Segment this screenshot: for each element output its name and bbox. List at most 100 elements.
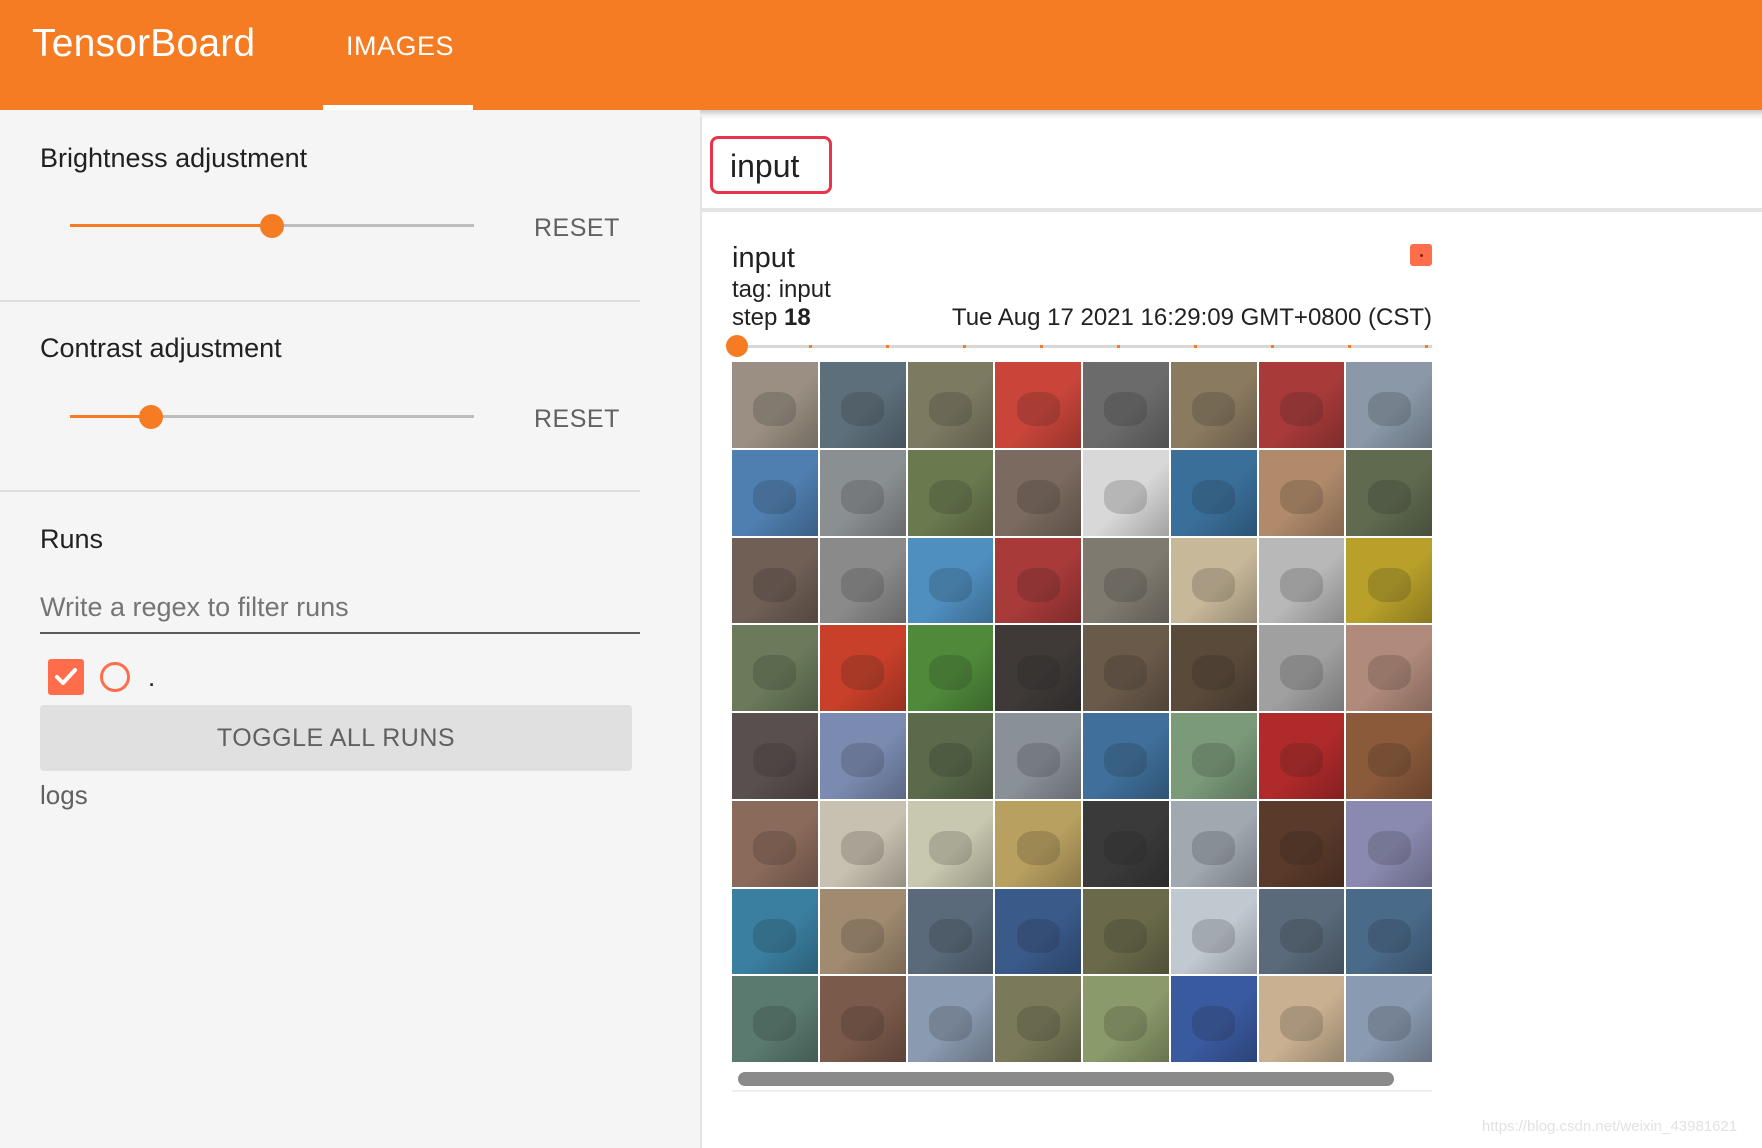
run-name: . [148, 662, 156, 692]
image-thumbnail [819, 362, 906, 448]
run-checkbox[interactable] [48, 659, 84, 695]
image-thumbnail [907, 537, 994, 624]
image-thumbnail [907, 888, 994, 975]
card-step: step 18 [732, 304, 811, 332]
slider-knob[interactable] [260, 214, 284, 238]
step-tick [886, 345, 889, 348]
card-tag: tag: input [732, 276, 831, 303]
toggle-all-runs-button[interactable]: TOGGLE ALL RUNS [40, 705, 632, 771]
image-thumbnail [1170, 713, 1257, 799]
top-app-bar: TensorBoard IMAGES [0, 0, 1762, 110]
contrast-slider[interactable] [70, 402, 474, 432]
slider-knob[interactable] [138, 405, 163, 429]
image-thumbnail [907, 976, 994, 1062]
image-thumbnail [995, 800, 1081, 887]
image-grid [732, 362, 1432, 1062]
run-filter-input[interactable] [40, 582, 640, 634]
step-tick [963, 345, 966, 348]
step-tick [809, 345, 812, 348]
step-value: 18 [784, 304, 811, 331]
contrast-reset-button[interactable]: RESET [534, 405, 620, 434]
step-slider[interactable] [726, 335, 1432, 359]
image-thumbnail [732, 888, 818, 975]
image-thumbnail [1170, 625, 1257, 711]
logdir-label: logs [40, 780, 88, 810]
image-thumbnail [1258, 888, 1345, 975]
image-thumbnail [1258, 800, 1345, 887]
run-color-icon [1410, 244, 1432, 266]
step-tick [1194, 345, 1197, 348]
tab-images[interactable]: IMAGES [323, 0, 473, 110]
image-thumbnail [1346, 800, 1432, 887]
card-title: input [732, 242, 795, 274]
horizontal-scrollbar[interactable] [732, 1064, 1432, 1092]
image-thumbnail [1083, 537, 1169, 624]
image-thumbnail [1170, 888, 1257, 975]
tag-filter-value: input [730, 148, 800, 184]
step-tick [1271, 345, 1274, 348]
image-thumbnail [1083, 888, 1169, 975]
step-tick [1040, 345, 1043, 348]
slider-fill [70, 224, 272, 227]
image-thumbnail [1346, 362, 1432, 448]
scrollbar-thumb[interactable] [738, 1072, 1394, 1086]
brightness-reset-button[interactable]: RESET [534, 214, 620, 243]
image-thumbnail [1083, 713, 1169, 799]
image-thumbnail [732, 713, 818, 799]
image-thumbnail [1346, 713, 1432, 799]
image-thumbnail [1258, 976, 1345, 1062]
image-thumbnail [907, 449, 994, 536]
card-timestamp: Tue Aug 17 2021 16:29:09 GMT+0800 (CST) [951, 304, 1432, 331]
step-slider-knob[interactable] [726, 335, 748, 357]
image-thumbnail [819, 976, 906, 1062]
image-thumbnail [907, 362, 994, 448]
image-thumbnail [732, 362, 818, 448]
watermark: https://blog.csdn.net/weixin_43981621 [1482, 1118, 1738, 1135]
section-divider [0, 300, 640, 302]
step-tick [1425, 345, 1428, 348]
brightness-slider[interactable] [70, 211, 474, 241]
image-thumbnail [819, 800, 906, 887]
image-thumbnail [1170, 362, 1257, 448]
step-label: step [732, 304, 778, 331]
image-thumbnail [1346, 537, 1432, 624]
image-thumbnail [995, 888, 1081, 975]
tag-filter-input[interactable]: input [710, 136, 832, 194]
check-icon [55, 668, 77, 685]
image-thumbnail [1170, 976, 1257, 1062]
image-thumbnail [1170, 800, 1257, 887]
image-thumbnail [1083, 362, 1169, 448]
step-tick [1348, 345, 1351, 348]
image-thumbnail [732, 537, 818, 624]
run-color-picker[interactable] [100, 662, 130, 692]
image-thumbnail [732, 449, 818, 536]
image-thumbnail [819, 449, 906, 536]
image-thumbnail [907, 800, 994, 887]
image-thumbnail [907, 625, 994, 711]
image-thumbnail [1258, 449, 1345, 536]
image-thumbnail [907, 713, 994, 799]
image-thumbnail [732, 976, 818, 1062]
image-thumbnail [819, 625, 906, 711]
section-divider [0, 490, 640, 492]
image-thumbnail [732, 800, 818, 887]
image-thumbnail [1083, 976, 1169, 1062]
step-tick [1117, 345, 1120, 348]
image-thumbnail [1083, 800, 1169, 887]
image-thumbnail [995, 537, 1081, 624]
image-thumbnail [995, 713, 1081, 799]
tag-filter-bar [702, 118, 1762, 208]
image-thumbnail [1083, 625, 1169, 711]
image-thumbnail [819, 713, 906, 799]
image-thumbnail [995, 625, 1081, 711]
image-thumbnail [1258, 362, 1345, 448]
contrast-title: Contrast adjustment [40, 333, 282, 363]
image-thumbnail [1083, 449, 1169, 536]
app-title: TensorBoard [32, 22, 256, 65]
image-thumbnail [732, 625, 818, 711]
runs-title: Runs [40, 524, 104, 554]
image-thumbnail [819, 888, 906, 975]
image-thumbnail [1258, 713, 1345, 799]
image-thumbnail [1170, 449, 1257, 536]
image-thumbnail [1346, 449, 1432, 536]
